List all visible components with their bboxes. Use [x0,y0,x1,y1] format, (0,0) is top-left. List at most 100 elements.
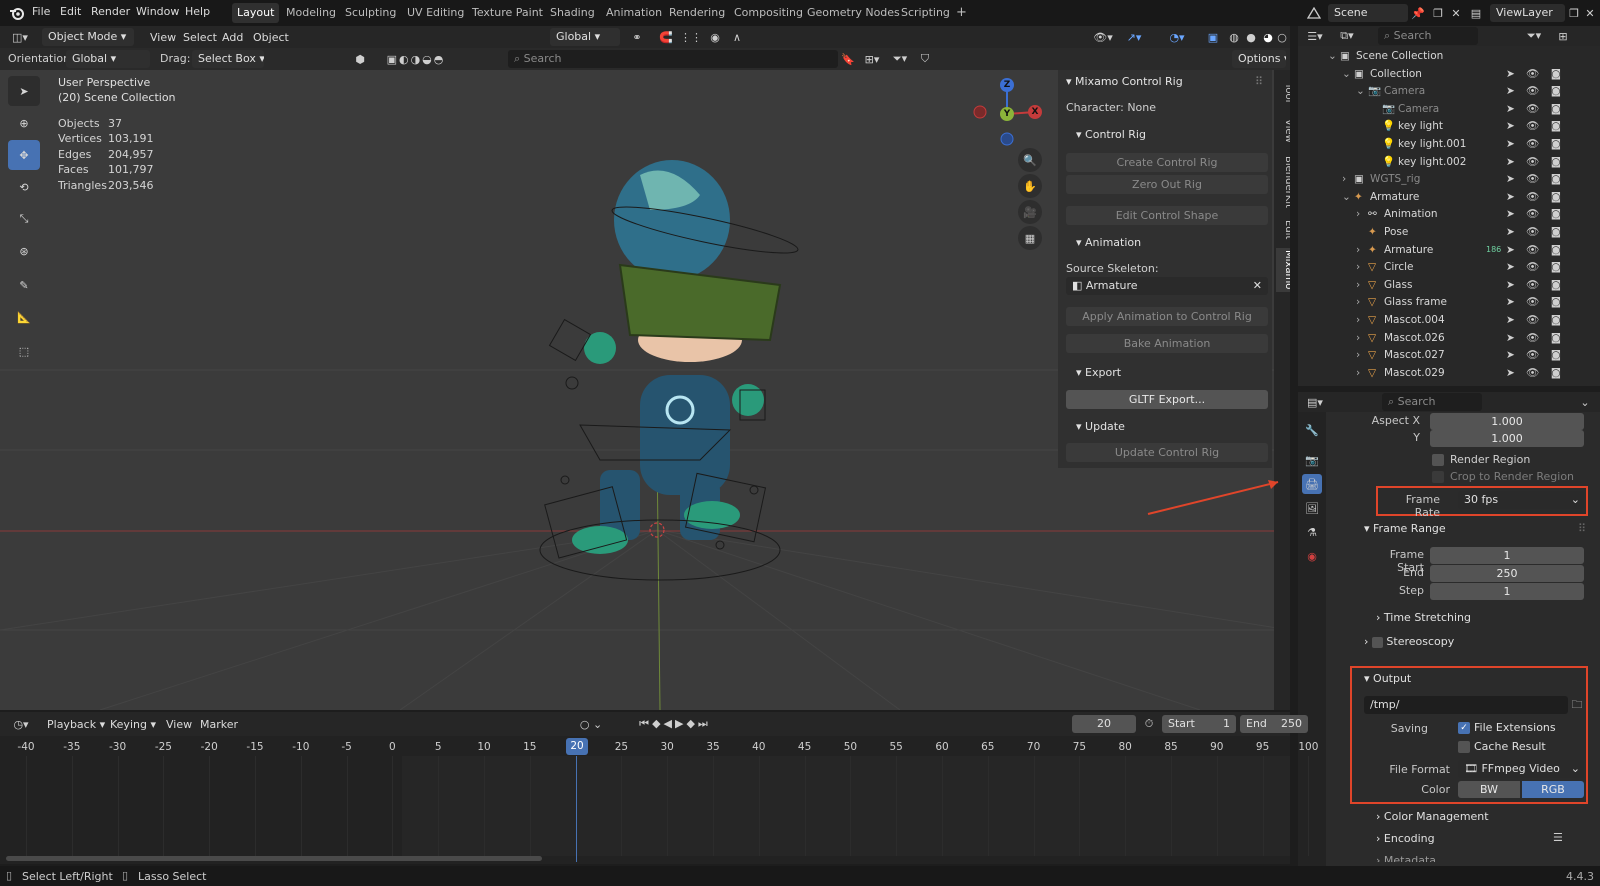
copy-icon[interactable]: ❐ [1567,4,1581,22]
visibility-toggles-icon[interactable]: ➤ 👁 ◙ [1506,329,1565,347]
visibility-toggles-icon[interactable]: ➤ 👁 ◙ [1506,65,1565,83]
proportional-edit-icon[interactable]: ◉ [706,28,724,46]
tab-sculpting[interactable]: Sculpting [340,3,401,23]
frame-start-field[interactable]: 1 [1430,547,1584,564]
tab-animation[interactable]: Animation [601,3,667,23]
edit-control-shape-button[interactable]: Edit Control Shape [1066,206,1268,225]
filter-icon[interactable]: ⏷▾ [1520,27,1548,45]
zoom-icon[interactable]: 🔍 [1018,148,1042,172]
frame-rate-dropdown[interactable]: 30 fps ⌄ [1458,491,1584,509]
character-model[interactable] [572,160,782,554]
outliner-row[interactable]: › ▽ Mascot.004 ➤ 👁 ◙ [1328,311,1598,329]
expand-chevron-icon[interactable]: › [1356,293,1360,311]
color-rgb-button[interactable]: RGB [1522,781,1584,798]
view-layer-icon[interactable]: ▤ [1465,4,1487,22]
scene-icon[interactable]: ⚗ [1302,522,1322,542]
drag-dropdown[interactable]: Select Box ▾ [192,50,264,68]
visibility-toggles-icon[interactable]: ➤ 👁 ◙ [1506,188,1565,206]
apply-animation-button[interactable]: Apply Animation to Control Rig [1066,307,1268,326]
display-mode-icon[interactable]: ⧉▾ [1334,27,1360,45]
expand-chevron-icon[interactable]: › [1342,170,1346,188]
stopwatch-icon[interactable]: ⏱ [1140,715,1158,733]
gizmo-z-axis[interactable]: Z [1000,78,1014,92]
outliner-row[interactable]: › ▽ Mascot.027 ➤ 👁 ◙ [1328,346,1598,364]
expand-chevron-icon[interactable]: › [1356,311,1360,329]
gizmo-y-axis[interactable]: Y [1000,107,1014,121]
stereoscopy-checkbox[interactable] [1371,636,1383,648]
tab-scripting[interactable]: Scripting [896,3,955,23]
expand-chevron-icon[interactable]: ⌄ [1342,65,1351,83]
outliner-row[interactable]: ⌄ ✦ Armature ➤ 👁 ◙ [1328,188,1598,206]
visibility-toggles-icon[interactable]: ➤ 👁 ◙ [1506,135,1565,153]
color-attribute-icon[interactable]: ⬢ [352,50,368,68]
tab-mixamo[interactable]: Mixamo [1276,248,1290,292]
menu-render[interactable]: Render [91,5,130,18]
cursor-tool[interactable]: ⊕ [8,108,40,138]
outliner-row[interactable]: ✦ Pose ➤ 👁 ◙ [1328,223,1598,241]
mode-dropdown[interactable]: Object Mode ▾ [42,28,134,46]
scene-icon[interactable] [1303,4,1325,22]
animation-header[interactable]: ▾ Animation [1076,236,1141,249]
search-input[interactable]: ⌕ Search [508,50,838,68]
camera-icon[interactable]: 🎥 [1018,200,1042,224]
visibility-toggles-icon[interactable]: ➤ 👁 ◙ [1506,311,1565,329]
move-tool[interactable]: ✥ [8,140,40,170]
drag-handle-icon[interactable]: ⠿ [1578,522,1586,535]
menu-select[interactable]: Select [183,31,217,44]
visibility-toggles-icon[interactable]: ➤ 👁 ◙ [1506,346,1565,364]
editor-type-icon[interactable]: ◷▾ [8,715,34,733]
menu-window[interactable]: Window [136,5,179,18]
menu-object[interactable]: Object [253,31,289,44]
stereoscopy-header[interactable]: › Stereoscopy [1364,635,1454,648]
material-shading-icon[interactable]: ◕ [1260,28,1276,46]
snap-target-icon[interactable]: ⋮⋮ [680,28,702,46]
tab-uv-editing[interactable]: UV Editing [402,3,469,23]
outliner-row[interactable]: › ▽ Glass frame ➤ 👁 ◙ [1328,293,1598,311]
folder-icon[interactable]: 🗀 [1570,696,1584,714]
tab-compositing[interactable]: Compositing [729,3,808,23]
menu-view[interactable]: View [166,718,192,731]
outliner-row[interactable]: › ▽ Circle ➤ 👁 ◙ [1328,258,1598,276]
properties-search-input[interactable]: ⌕ Search [1382,393,1482,411]
expand-chevron-icon[interactable]: › [1356,241,1360,259]
output-path-field[interactable]: /tmp/ [1364,696,1568,714]
tab-blenderkit[interactable]: BlenderKit [1276,154,1290,209]
copy-icon[interactable]: ❐ [1430,4,1446,22]
menu-playback[interactable]: Playback ▾ [47,718,105,731]
outliner-row[interactable]: 💡 key light.002 ➤ 👁 ◙ [1328,153,1598,171]
tab-view[interactable]: View [1276,116,1290,146]
outliner-row[interactable]: › ▣ WGTS_rig ➤ 👁 ◙ [1328,170,1598,188]
file-extensions-checkbox[interactable]: ✓ [1458,722,1470,734]
shield-icon[interactable]: ⛉ [916,50,934,68]
frame-step-field[interactable]: 1 [1430,583,1584,600]
playhead-frame[interactable]: 20 [566,738,588,755]
visibility-toggles-icon[interactable]: ➤ 👁 ◙ [1506,82,1565,100]
output-header[interactable]: ▾ Output [1364,672,1411,685]
editor-type-icon[interactable]: ▤▾ [1302,393,1328,411]
expand-chevron-icon[interactable]: ⌄ [1356,82,1365,100]
visibility-toggles-icon[interactable]: ➤ 👁 ◙ [1506,293,1565,311]
outliner-row[interactable]: › ⚯ Animation ➤ 👁 ◙ [1328,205,1598,223]
editor-type-icon[interactable]: ◫▾ [6,28,34,46]
time-stretching-header[interactable]: › Time Stretching [1376,611,1471,624]
bake-animation-button[interactable]: Bake Animation [1066,334,1268,353]
outliner-row[interactable]: 💡 key light ➤ 👁 ◙ [1328,117,1598,135]
render-region-checkbox[interactable] [1432,454,1444,466]
hand-icon[interactable]: ✋ [1018,174,1042,198]
expand-chevron-icon[interactable]: › [1356,329,1360,347]
visibility-toggles-icon[interactable]: ➤ 👁 ◙ [1506,117,1565,135]
wireframe-shading-icon[interactable]: ◍ [1226,28,1242,46]
filter-icon[interactable]: ⏷▾ [888,50,912,68]
rendered-shading-icon[interactable]: ○ [1275,28,1289,46]
outliner-row[interactable]: 💡 key light.001 ➤ 👁 ◙ [1328,135,1598,153]
layout-icon[interactable]: ⊞▾ [860,50,884,68]
visibility-toggles-icon[interactable]: ➤ 👁 ◙ [1506,153,1565,171]
expand-chevron-icon[interactable]: › [1356,364,1360,382]
metadata-header[interactable]: › Metadata [1376,854,1436,862]
outliner-row[interactable]: › ▽ Glass ➤ 👁 ◙ [1328,276,1598,294]
outliner-row[interactable]: ⌄ 📷 Camera ➤ 👁 ◙ [1328,82,1598,100]
outliner-row[interactable]: ⌄ ▣ Scene Collection [1328,47,1598,65]
frame-end-field[interactable]: 250 [1430,565,1584,582]
current-frame-field[interactable]: 20 [1072,715,1136,733]
measure-tool[interactable]: 📐 [8,302,40,332]
